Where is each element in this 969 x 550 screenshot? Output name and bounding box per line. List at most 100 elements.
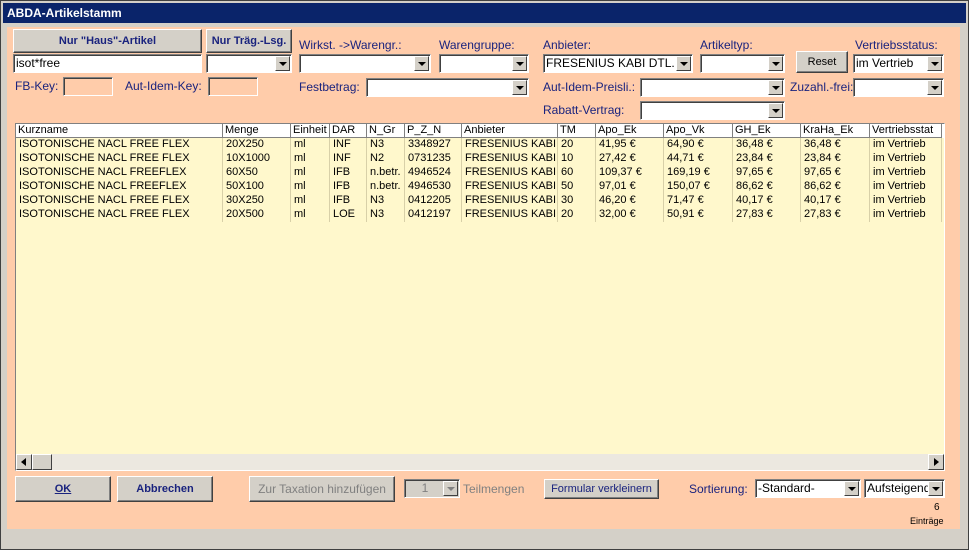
scroll-right-button[interactable] (928, 454, 944, 470)
column-header-kraha-ek[interactable]: KraHa_Ek (801, 124, 870, 138)
table-row[interactable]: ISOTONISCHE NACL FREE FLEX 10X1000 ml INF N2… (16, 152, 944, 166)
table-cell: 40,17 € (733, 194, 801, 208)
column-header-kurzname[interactable]: Kurzname (16, 124, 223, 138)
table-row[interactable]: ISOTONISCHE NACL FREEFLEX 60X50 ml IFB n.bet… (16, 166, 944, 180)
table-cell: N2 (367, 152, 405, 166)
fb-key-field[interactable] (63, 77, 113, 96)
column-header-anbieter[interactable]: Anbieter (462, 124, 558, 138)
chevron-down-icon[interactable] (927, 56, 942, 71)
sort-order-select[interactable]: Aufsteigend (864, 479, 945, 498)
table-cell: 20 (558, 138, 596, 152)
table-cell: 27,42 € (596, 152, 664, 166)
rabatt-vertrag-select[interactable] (640, 101, 785, 120)
table-cell: 150,07 € (664, 180, 733, 194)
entry-count-label: Einträge (910, 516, 944, 526)
form-body: Nur "Haus"-Artikel Nur Träg.-Lsg. Wirkst… (7, 27, 960, 529)
artikeltyp-select[interactable] (700, 54, 785, 73)
horizontal-scrollbar[interactable] (16, 454, 944, 470)
zuzahl-frei-select[interactable] (853, 78, 944, 97)
column-header-p-z-n[interactable]: P_Z_N (405, 124, 462, 138)
table-cell: im Vertrieb (870, 166, 942, 180)
aut-idem-key-field[interactable] (208, 77, 258, 96)
table-cell: im Vertrieb (870, 194, 942, 208)
column-header-vertriebsstat[interactable]: Vertriebsstat (870, 124, 942, 138)
sortierung-select[interactable]: -Standard- (755, 479, 861, 498)
abda-window: ABDA-Artikelstamm Nur "Haus"-Artikel Nur… (0, 0, 969, 550)
chevron-down-icon[interactable] (844, 481, 859, 496)
reset-button[interactable]: Reset (796, 51, 848, 73)
aut-idem-preisli-select[interactable] (640, 78, 785, 97)
table-cell: ISOTONISCHE NACL FREE FLEX (16, 194, 223, 208)
table-cell: 50,91 € (664, 208, 733, 222)
table-cell: 4946530 (405, 180, 462, 194)
table-cell: 97,01 € (596, 180, 664, 194)
table-header: Kurzname Menge Einheit DAR N_Gr P_Z_N Anbieter… (16, 124, 944, 138)
table-cell: FRESENIUS KABI (462, 138, 558, 152)
table-row[interactable]: ISOTONISCHE NACL FREE FLEX 20X500 ml LOE N3 0… (16, 208, 944, 222)
column-header-gh-ek[interactable]: GH_Ek (733, 124, 801, 138)
chevron-down-icon[interactable] (512, 56, 527, 71)
traeg-lsg-select[interactable] (206, 54, 292, 73)
table-cell: 20X250 (223, 138, 291, 152)
formular-verkleinern-button[interactable]: Formular verkleinern (544, 479, 659, 499)
article-table[interactable]: Kurzname Menge Einheit DAR N_Gr P_Z_N Anbieter… (15, 123, 945, 471)
abbrechen-button[interactable]: Abbrechen (117, 476, 213, 502)
chevron-down-icon[interactable] (512, 80, 527, 95)
nur-haus-artikel-button[interactable]: Nur "Haus"-Artikel (13, 29, 202, 53)
nur-traeg-lsg-button[interactable]: Nur Träg.-Lsg. (206, 29, 292, 53)
arrow-left-icon (21, 458, 26, 466)
chevron-down-icon[interactable] (676, 56, 691, 71)
window-title: ABDA-Artikelstamm (3, 3, 966, 23)
chevron-down-icon[interactable] (928, 481, 943, 496)
column-header-n-gr[interactable]: N_Gr (367, 124, 405, 138)
chevron-down-icon[interactable] (768, 103, 783, 118)
table-cell: 0731235 (405, 152, 462, 166)
table-cell: ml (291, 194, 330, 208)
teilmengen-select[interactable]: 1 (404, 479, 460, 498)
table-cell: 44,71 € (664, 152, 733, 166)
table-cell: IFB (330, 180, 367, 194)
table-cell: N3 (367, 208, 405, 222)
ok-button[interactable]: OK (15, 476, 111, 502)
table-cell: 23,84 € (733, 152, 801, 166)
chevron-down-icon[interactable] (927, 80, 942, 95)
table-cell: n.betr. (367, 180, 405, 194)
zur-taxation-button[interactable]: Zur Taxation hinzufügen (249, 476, 395, 502)
column-header-dar[interactable]: DAR (330, 124, 367, 138)
table-cell: ml (291, 152, 330, 166)
search-input[interactable]: isot*free (13, 54, 202, 73)
chevron-down-icon[interactable] (275, 56, 290, 71)
wirkst-select[interactable] (299, 54, 431, 73)
table-cell: ml (291, 166, 330, 180)
warengruppe-select[interactable] (439, 54, 529, 73)
table-cell: 30X250 (223, 194, 291, 208)
warengruppe-label: Warengruppe: (439, 38, 515, 52)
table-cell: im Vertrieb (870, 180, 942, 194)
scroll-thumb[interactable] (32, 454, 52, 470)
column-header-apo-vk[interactable]: Apo_Vk (664, 124, 733, 138)
table-cell: 36,48 € (801, 138, 870, 152)
table-cell: im Vertrieb (870, 138, 942, 152)
table-row[interactable]: ISOTONISCHE NACL FREEFLEX 50X100 ml IFB n.be… (16, 180, 944, 194)
table-row[interactable]: ISOTONISCHE NACL FREE FLEX 30X250 ml IFB N3 0… (16, 194, 944, 208)
artikeltyp-label: Artikeltyp: (700, 38, 753, 52)
column-header-menge[interactable]: Menge (223, 124, 291, 138)
table-cell: 27,83 € (733, 208, 801, 222)
vertriebsstatus-select[interactable]: im Vertrieb (853, 54, 944, 73)
chevron-down-icon[interactable] (414, 56, 429, 71)
column-header-tm[interactable]: TM (558, 124, 596, 138)
table-cell: ISOTONISCHE NACL FREEFLEX (16, 166, 223, 180)
column-header-einheit[interactable]: Einheit (291, 124, 330, 138)
table-row[interactable]: ISOTONISCHE NACL FREE FLEX 20X250 ml INF N3 3… (16, 138, 944, 152)
anbieter-select[interactable]: FRESENIUS KABI DTL. (543, 54, 693, 73)
chevron-down-icon[interactable] (768, 56, 783, 71)
festbetrag-select[interactable] (366, 78, 529, 97)
scroll-left-button[interactable] (16, 454, 32, 470)
table-cell: 0412205 (405, 194, 462, 208)
chevron-down-icon[interactable] (443, 481, 458, 496)
column-header-apo-ek[interactable]: Apo_Ek (596, 124, 664, 138)
table-cell: 46,20 € (596, 194, 664, 208)
table-cell: 109,37 € (596, 166, 664, 180)
table-cell: 60 (558, 166, 596, 180)
chevron-down-icon[interactable] (768, 80, 783, 95)
